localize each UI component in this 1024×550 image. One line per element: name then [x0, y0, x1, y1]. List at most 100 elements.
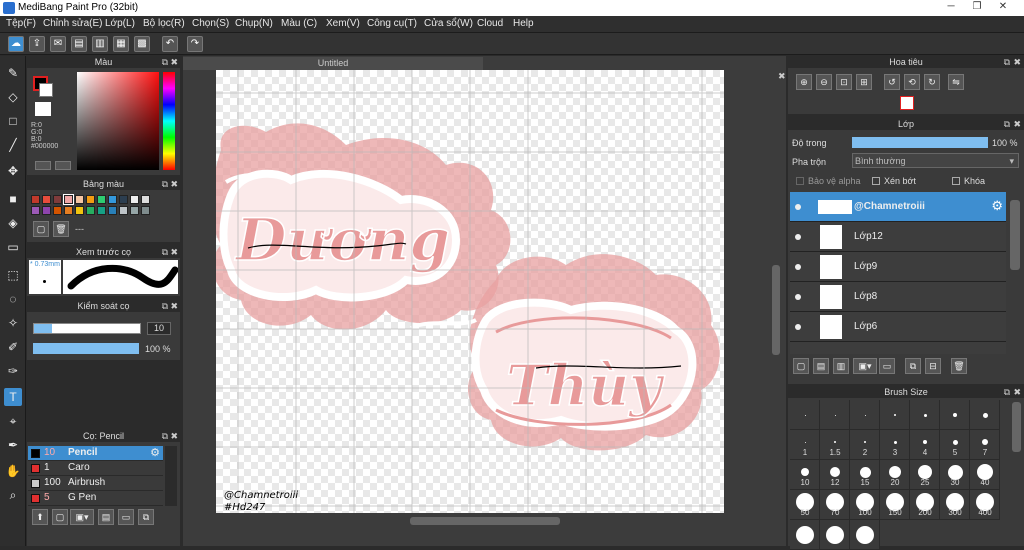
brush-list-scrollbar[interactable] — [165, 446, 177, 506]
select-rect-tool-icon[interactable]: ⬚ — [4, 266, 22, 284]
menu-layer[interactable]: Lớp(L) — [105, 18, 135, 29]
share-icon[interactable]: ⇪ — [29, 36, 45, 52]
brush-size-cell[interactable]: 50 — [790, 490, 820, 520]
navigator-thumbnail[interactable] — [900, 96, 914, 110]
undock-icon[interactable]: ⧉ — [162, 300, 168, 312]
brush-size-cell[interactable]: 12 — [820, 460, 850, 490]
delete-palette-icon[interactable]: 🗑 — [53, 221, 69, 237]
hue-slider[interactable] — [163, 72, 175, 170]
color-swap-button[interactable] — [55, 161, 71, 170]
minimize-button[interactable]: ─ — [938, 0, 964, 14]
operation-tool-icon[interactable]: ⌖ — [4, 412, 22, 430]
brush-size-cell[interactable]: 300 — [940, 490, 970, 520]
brush-size-cell[interactable]: 100 — [850, 490, 880, 520]
eye-icon[interactable] — [795, 204, 801, 210]
menu-select[interactable]: Chọn(S) — [192, 18, 229, 29]
fit-window-icon[interactable]: ⊡ — [836, 74, 852, 90]
brush-size-scrollbar[interactable] — [1012, 402, 1021, 452]
layer-row[interactable]: Lớp9 — [790, 252, 1006, 282]
select-pen-tool-icon[interactable]: ✐ — [4, 338, 22, 356]
brush-size-cell[interactable]: 200 — [910, 490, 940, 520]
drawing-canvas[interactable]: Dương Thùy @Chamnetroiii #Hd247 — [216, 70, 724, 513]
layer-row[interactable]: @Chamnetroiii ⚙ — [790, 192, 1006, 222]
brush-size-cell[interactable]: 15 — [850, 460, 880, 490]
undo-icon[interactable]: ↶ — [162, 36, 178, 52]
flip-icon[interactable]: ⇋ — [948, 74, 964, 90]
close-panel-icon[interactable]: ✖ — [170, 300, 178, 312]
brush-size-cell[interactable]: 30 — [940, 460, 970, 490]
palette-swatch[interactable] — [42, 195, 51, 204]
document-tab[interactable]: Untitled — [183, 57, 483, 70]
brush-size-cell[interactable] — [790, 400, 820, 430]
lasso-tool-icon[interactable]: ◌ — [4, 290, 22, 308]
brush-size-slider[interactable] — [33, 323, 141, 334]
move-tool-icon[interactable]: ✥ — [4, 162, 22, 180]
brush-size-cell[interactable] — [880, 400, 910, 430]
eye-icon[interactable] — [795, 234, 801, 240]
undock-icon[interactable]: ⧉ — [1004, 56, 1010, 68]
palette-swatch[interactable] — [141, 206, 150, 215]
select-eraser-tool-icon[interactable]: ✑ — [4, 362, 22, 380]
palette-swatch[interactable] — [119, 195, 128, 204]
merge-layer-icon[interactable]: ⊟ — [925, 358, 941, 374]
comment-icon[interactable]: ✉ — [50, 36, 66, 52]
brush-size-cell[interactable] — [970, 400, 1000, 430]
palette-swatch[interactable] — [42, 206, 51, 215]
protect-alpha-checkbox[interactable] — [796, 177, 804, 185]
menu-color[interactable]: Màu (C) — [281, 18, 317, 29]
rotate-left-icon[interactable]: ↺ — [884, 74, 900, 90]
palette-swatch[interactable] — [97, 206, 106, 215]
line-tool-icon[interactable]: ╱ — [4, 136, 22, 154]
layer-menu-icon[interactable]: ▣▾ — [853, 358, 877, 374]
palette-swatch[interactable] — [75, 206, 84, 215]
brush-size-cell[interactable]: 5 — [940, 430, 970, 460]
brush-menu-icon[interactable]: ▣▾ — [70, 509, 94, 525]
eye-icon[interactable] — [795, 324, 801, 330]
close-button[interactable]: ✕ — [990, 0, 1016, 14]
reset-rotation-icon[interactable]: ⟲ — [904, 74, 920, 90]
undock-icon[interactable]: ⧉ — [1004, 118, 1010, 130]
brush-size-cell[interactable] — [820, 400, 850, 430]
menu-edit[interactable]: Chỉnh sửa(E) — [43, 18, 103, 29]
close-panel-icon[interactable]: ✖ — [1013, 56, 1021, 68]
brush-size-cell[interactable] — [910, 400, 940, 430]
transparent-color-swatch[interactable] — [35, 102, 51, 116]
palette-swatch[interactable] — [108, 206, 117, 215]
menu-capture[interactable]: Chụp(N) — [235, 18, 273, 29]
brush-size-cell[interactable]: 1 — [790, 430, 820, 460]
close-panel-icon[interactable]: ✖ — [1013, 386, 1021, 398]
palette-swatch[interactable] — [86, 195, 95, 204]
gear-icon[interactable]: ⚙ — [150, 446, 160, 459]
eyedropper-tool-icon[interactable]: ✒ — [4, 436, 22, 454]
eye-icon[interactable] — [795, 294, 801, 300]
properties-icon[interactable]: ▦ — [113, 36, 129, 52]
grid-icon[interactable]: ▩ — [134, 36, 150, 52]
close-panel-icon[interactable]: ✖ — [170, 430, 178, 442]
eye-icon[interactable] — [795, 264, 801, 270]
palette-swatch[interactable] — [97, 195, 106, 204]
undock-icon[interactable]: ⧉ — [162, 246, 168, 258]
close-panel-icon[interactable]: ✖ — [170, 246, 178, 258]
zoom-out-icon[interactable]: ⊖ — [816, 74, 832, 90]
page-icon[interactable]: ▤ — [71, 36, 87, 52]
cloud-icon[interactable]: ☁ — [8, 36, 24, 52]
layer-folder-icon[interactable]: ▭ — [879, 358, 895, 374]
brush-size-cell[interactable]: 20 — [880, 460, 910, 490]
blend-mode-select[interactable]: Bình thường ▾ — [852, 153, 1019, 168]
palette-swatch[interactable] — [108, 195, 117, 204]
clipping-checkbox[interactable] — [872, 177, 880, 185]
brush-size-cell[interactable]: 3 — [880, 430, 910, 460]
gear-icon[interactable]: ⚙ — [991, 198, 1003, 214]
brush-size-cell[interactable]: 150 — [880, 490, 910, 520]
brush-size-cell[interactable]: 7 — [970, 430, 1000, 460]
brush-size-cell[interactable]: 10 — [790, 460, 820, 490]
brush-size-value[interactable]: 10 — [147, 322, 171, 335]
close-panel-icon[interactable]: ✖ — [170, 178, 178, 190]
palette-swatch[interactable] — [64, 206, 73, 215]
hand-tool-icon[interactable]: ✋ — [4, 462, 22, 480]
new-layer-icon[interactable]: ▢ — [793, 358, 809, 374]
palette-swatch[interactable] — [119, 206, 128, 215]
brush-size-cell[interactable]: 25 — [910, 460, 940, 490]
brush-size-cell[interactable] — [940, 400, 970, 430]
brush-item-gpen[interactable]: 5 G Pen — [28, 491, 163, 506]
